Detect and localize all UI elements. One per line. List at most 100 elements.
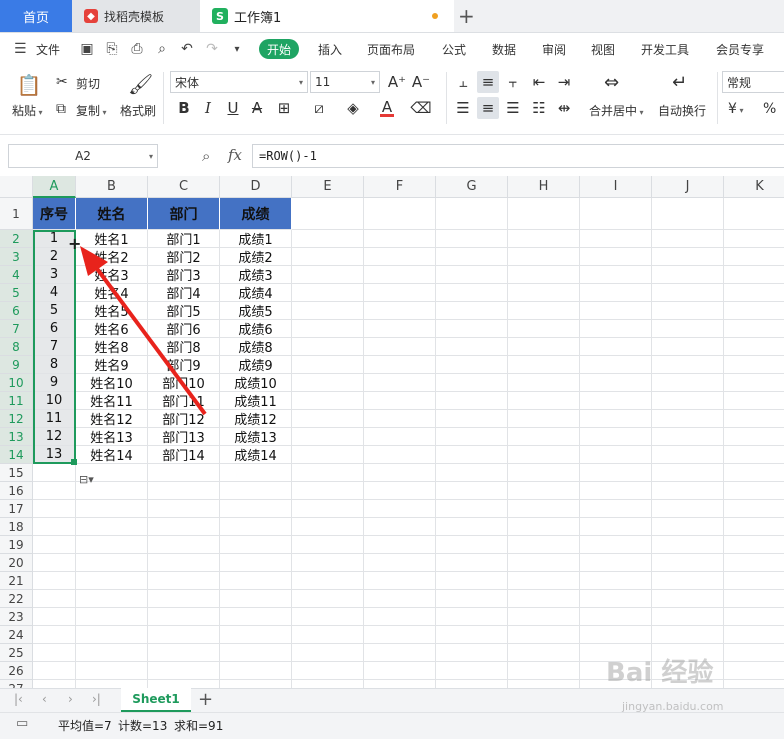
hamburger-icon[interactable]: ☰ bbox=[14, 41, 27, 57]
menu-member-label: 会员专享 bbox=[716, 42, 765, 57]
font-size-decrease-label: A⁻ bbox=[411, 73, 431, 91]
menu-member[interactable]: 会员专享 bbox=[716, 33, 764, 65]
copy-label: 复制 bbox=[76, 104, 101, 118]
annotation-arrow-head bbox=[80, 246, 108, 276]
menu-developer-label: 开发工具 bbox=[641, 42, 690, 57]
font-color-label: A bbox=[381, 97, 393, 116]
chevron-down-icon: ▾ bbox=[148, 151, 153, 161]
wrap-text-icon[interactable]: ↵ bbox=[672, 72, 687, 93]
merge-center-icon[interactable]: ⇔ bbox=[604, 72, 619, 93]
print-icon[interactable]: ⎙ bbox=[128, 40, 146, 58]
menu-insert[interactable]: 插入 bbox=[318, 33, 342, 65]
border-icon[interactable]: ⊞ bbox=[273, 97, 295, 119]
font-name-combo[interactable]: 宋体 ▾ bbox=[170, 71, 308, 93]
format-painter-button[interactable]: 格式刷 bbox=[120, 102, 156, 119]
insert-function-button[interactable]: fx bbox=[228, 146, 242, 164]
currency-label: ¥ bbox=[728, 101, 737, 117]
ribbon-divider bbox=[717, 72, 718, 124]
spreadsheet-grid[interactable]: A B C D E F G H I J K 1 序号 姓名 部门 成绩 2 1 姓名1 部门1 成绩1 3 2 姓名2 部门2 成… bbox=[0, 176, 784, 688]
menu-page-layout[interactable]: 页面布局 bbox=[367, 33, 415, 65]
align-bottom-icon[interactable]: ⫟ bbox=[502, 71, 524, 93]
align-middle-icon[interactable]: ≡ bbox=[477, 71, 499, 93]
last-sheet-icon[interactable]: ›| bbox=[92, 692, 101, 706]
watermark-logo: Bai 经验 bbox=[606, 658, 714, 688]
distributed-align-icon[interactable]: ⇹ bbox=[553, 97, 575, 119]
paste-button[interactable]: 粘贴 ▾ bbox=[12, 102, 43, 119]
scissors-icon[interactable]: ✂ bbox=[56, 74, 68, 90]
strikethrough-button[interactable]: A bbox=[246, 97, 268, 119]
tab-template[interactable]: ◆ 找稻壳模板 bbox=[72, 0, 200, 32]
formula-input[interactable]: =ROW()-1 bbox=[252, 144, 784, 168]
menu-formulas-label: 公式 bbox=[442, 42, 467, 57]
quick-access-dropdown-icon[interactable]: ▾ bbox=[228, 40, 246, 58]
menu-view-label: 视图 bbox=[591, 42, 616, 57]
annotation-arrow-shaft bbox=[93, 264, 207, 416]
bold-button[interactable]: B bbox=[173, 97, 195, 119]
menu-review-label: 审阅 bbox=[542, 42, 567, 57]
undo-icon[interactable]: ↶ bbox=[178, 40, 196, 58]
font-size-combo[interactable]: 11 ▾ bbox=[310, 71, 380, 93]
status-sum: 求和=91 bbox=[174, 719, 224, 733]
indent-decrease-icon[interactable]: ⇤ bbox=[528, 71, 550, 93]
underline-button[interactable]: U bbox=[222, 97, 244, 119]
menu-data[interactable]: 数据 bbox=[492, 33, 516, 65]
prev-sheet-icon[interactable]: ‹ bbox=[42, 692, 47, 706]
font-color-swatch bbox=[380, 113, 394, 117]
menu-start[interactable]: 开始 bbox=[259, 39, 299, 59]
first-sheet-icon[interactable]: |‹ bbox=[14, 692, 23, 706]
font-size-decrease-button[interactable]: A⁻ bbox=[410, 71, 432, 93]
cell-style-icon[interactable]: ⧄ bbox=[308, 97, 330, 119]
menu-insert-label: 插入 bbox=[318, 42, 343, 57]
tab-workbook[interactable]: S 工作簿1 bbox=[200, 0, 454, 32]
number-format-combo[interactable]: 常规 bbox=[722, 71, 784, 93]
align-center-icon[interactable]: ≡ bbox=[477, 97, 499, 119]
zoom-search-icon[interactable]: ⌕ bbox=[202, 147, 210, 165]
copy-icon[interactable]: ⧉ bbox=[56, 101, 66, 117]
align-top-icon[interactable]: ⫠ bbox=[452, 71, 474, 93]
font-color-button[interactable]: A bbox=[376, 97, 398, 119]
new-tab-plus-icon[interactable]: + bbox=[458, 4, 475, 28]
add-sheet-plus-icon[interactable]: + bbox=[198, 689, 213, 710]
name-box[interactable]: A2 ▾ bbox=[8, 144, 158, 168]
save-icon[interactable]: ▣ bbox=[78, 40, 96, 58]
clear-eraser-icon[interactable]: ⌫ bbox=[410, 97, 432, 119]
menu-start-label: 开始 bbox=[266, 42, 291, 57]
bold-label: B bbox=[178, 99, 190, 117]
next-sheet-icon[interactable]: › bbox=[68, 692, 73, 706]
menu-developer[interactable]: 开发工具 bbox=[641, 33, 689, 65]
font-size-increase-button[interactable]: A⁺ bbox=[386, 71, 408, 93]
cut-button[interactable]: 剪切 bbox=[76, 75, 100, 92]
wrap-text-button[interactable]: 自动换行 bbox=[658, 102, 706, 119]
docer-logo-icon: ◆ bbox=[84, 9, 98, 23]
tab-home[interactable]: 首页 bbox=[0, 0, 72, 32]
merge-center-button[interactable]: 合并居中 ▾ bbox=[589, 102, 644, 119]
ribbon-divider bbox=[163, 72, 164, 124]
copy-button[interactable]: 复制 ▾ bbox=[76, 102, 107, 119]
spreadsheet-s-icon: S bbox=[212, 8, 228, 24]
percent-button[interactable]: % bbox=[763, 101, 776, 117]
export-pdf-icon[interactable]: ⎘ bbox=[103, 40, 121, 58]
menu-data-label: 数据 bbox=[492, 42, 517, 57]
unsaved-dot-icon bbox=[432, 13, 438, 19]
currency-button[interactable]: ¥ ▾ bbox=[728, 101, 743, 117]
strikethrough-label: A bbox=[251, 99, 263, 117]
sheet-tab-sheet1[interactable]: Sheet1 bbox=[121, 688, 191, 712]
redo-icon[interactable]: ↷ bbox=[203, 40, 221, 58]
menu-view[interactable]: 视图 bbox=[591, 33, 615, 65]
sheet-tab-label: Sheet1 bbox=[132, 692, 180, 706]
indent-increase-icon[interactable]: ⇥ bbox=[553, 71, 575, 93]
menu-file[interactable]: 文件 bbox=[36, 33, 60, 65]
menu-review[interactable]: 审阅 bbox=[542, 33, 566, 65]
align-left-icon[interactable]: ☰ bbox=[452, 97, 474, 119]
italic-button[interactable]: I bbox=[197, 97, 219, 119]
paste-icon[interactable]: 📋 bbox=[16, 72, 42, 98]
fill-color-icon[interactable]: ◈ bbox=[342, 97, 364, 119]
align-right-icon[interactable]: ☰ bbox=[502, 97, 524, 119]
macro-record-icon[interactable]: ▭ bbox=[16, 716, 28, 731]
menu-formulas[interactable]: 公式 bbox=[442, 33, 466, 65]
justify-icon[interactable]: ☷ bbox=[528, 97, 550, 119]
print-preview-icon[interactable]: ⌕ bbox=[153, 40, 171, 58]
format-painter-icon[interactable]: 🖌 bbox=[128, 72, 153, 96]
tab-workbook-label: 工作簿1 bbox=[234, 10, 282, 26]
font-size-value: 11 bbox=[315, 75, 331, 89]
